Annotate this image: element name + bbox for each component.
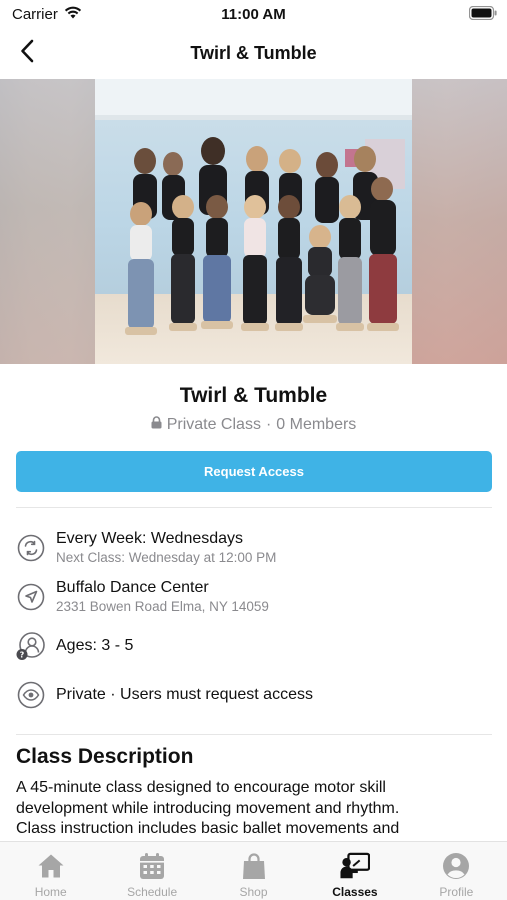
visibility-row: Private · Users must request access — [16, 680, 492, 710]
tab-label: Classes — [332, 885, 378, 899]
tab-schedule[interactable]: Schedule — [101, 842, 202, 900]
request-access-button[interactable]: Request Access — [16, 451, 492, 492]
navigation-bar: Twirl & Tumble — [0, 30, 507, 76]
location-address: 2331 Bowen Road Elma, NY 14059 — [56, 599, 269, 614]
description-body: A 45-minute class designed to encourage … — [16, 778, 486, 840]
lock-icon — [151, 416, 162, 434]
age-group-icon: ? — [16, 631, 46, 661]
repeat-icon — [16, 533, 46, 563]
description-heading: Class Description — [16, 745, 194, 768]
schedule-row: Every Week: Wednesdays Next Class: Wedne… — [16, 530, 492, 565]
member-count: 0 Members — [276, 416, 357, 433]
tab-profile[interactable]: Profile — [406, 842, 507, 900]
profile-icon — [441, 851, 471, 881]
visibility-text: Private · Users must request access — [56, 686, 313, 703]
page-title: Twirl & Tumble — [190, 42, 317, 63]
home-icon — [36, 851, 66, 881]
ages-text: Ages: 3 - 5 — [56, 637, 134, 654]
classes-icon — [340, 851, 370, 881]
location-name: Buffalo Dance Center — [56, 579, 209, 596]
status-left: Carrier — [12, 6, 82, 23]
class-title: Twirl & Tumble — [179, 384, 328, 407]
svg-text:?: ? — [20, 651, 25, 660]
next-class-text: Next Class: Wednesday at 12:00 PM — [56, 550, 277, 565]
tab-label: Profile — [439, 885, 474, 899]
tab-label: Schedule — [127, 885, 178, 899]
tab-label: Shop — [239, 885, 268, 899]
schedule-text: Every Week: Wednesdays — [56, 530, 244, 547]
divider — [16, 507, 492, 508]
hero-blur-right — [412, 79, 507, 364]
description-line: development while introducing movement a… — [16, 799, 400, 817]
description-line: Class instruction includes basic ballet … — [16, 820, 400, 837]
shopping-bag-icon — [239, 851, 269, 881]
tab-label: Home — [34, 885, 67, 899]
tab-home[interactable]: Home — [0, 842, 101, 900]
class-privacy-members: Private Class · 0 Members — [0, 416, 507, 434]
eye-icon — [16, 680, 46, 710]
status-bar: Carrier 11:00 AM — [0, 0, 507, 28]
tab-classes[interactable]: Classes — [304, 842, 405, 900]
wifi-icon — [64, 6, 82, 23]
tab-shop[interactable]: Shop — [203, 842, 304, 900]
description-line: A 45-minute class designed to encourage … — [16, 779, 386, 796]
location-row[interactable]: Buffalo Dance Center 2331 Bowen Road Elm… — [16, 579, 492, 614]
separator-dot: · — [265, 416, 272, 433]
back-button[interactable] — [10, 36, 44, 70]
calendar-icon — [137, 851, 167, 881]
carrier-label: Carrier — [12, 5, 58, 23]
privacy-label: Private Class — [166, 416, 261, 433]
class-photo — [95, 79, 412, 364]
location-arrow-icon — [16, 582, 46, 612]
hero-blur-left — [0, 79, 95, 364]
tab-bar: Home Schedule Shop Classes Profile — [0, 841, 507, 900]
divider — [16, 734, 492, 735]
ages-row: ? Ages: 3 - 5 — [16, 631, 492, 661]
class-hero-image — [0, 79, 507, 364]
chevron-left-icon — [20, 39, 34, 68]
battery-icon — [468, 5, 497, 24]
